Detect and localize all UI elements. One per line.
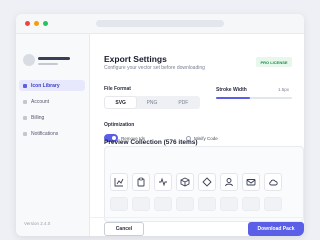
title-bar: [16, 14, 304, 34]
sidebar-item-account[interactable]: Account: [19, 96, 85, 107]
placeholder-tile: [264, 197, 282, 211]
placeholder-tile: [176, 197, 194, 211]
main-panel: Export Settings Configure your vector se…: [90, 34, 304, 236]
placeholder-tile: [198, 197, 216, 211]
sidebar-item-label: Billing: [31, 114, 45, 121]
chart-icon: [114, 178, 124, 187]
minimize-window-dot[interactable]: [34, 21, 39, 26]
clipboard-icon: [137, 177, 145, 187]
slider-fill: [216, 97, 251, 99]
stroke-width-label: Stroke Width: [216, 87, 247, 93]
version-label: Version 2.4.0: [24, 221, 51, 226]
preview-panel: [104, 146, 304, 222]
avatar[interactable]: [23, 54, 35, 66]
maximize-window-dot[interactable]: [43, 21, 48, 26]
cube-icon: [180, 177, 190, 187]
icon-tile[interactable]: [242, 173, 260, 191]
format-option-svg[interactable]: SVG: [105, 97, 137, 108]
sidebar: Icon Library Account Billing Notificatio…: [16, 34, 90, 236]
page-title: Export Settings: [104, 54, 167, 64]
app-window: Icon Library Account Billing Notificatio…: [16, 14, 304, 236]
address-bar[interactable]: [96, 20, 224, 27]
placeholder-tile: [132, 197, 150, 211]
placeholder-tile: [110, 197, 128, 211]
account-icon: [23, 99, 27, 104]
preview-title: Preview Collection (576 items): [104, 139, 198, 146]
icon-tile[interactable]: [176, 173, 194, 191]
library-icon: [23, 83, 27, 88]
minify-code-label: Minify Code: [194, 136, 218, 141]
download-pack-button[interactable]: Download Pack: [248, 222, 304, 236]
cloud-icon: [269, 179, 278, 186]
footer-divider: [90, 217, 304, 218]
billing-icon: [23, 115, 27, 120]
file-format-label: File Format: [104, 86, 131, 92]
cancel-button[interactable]: Cancel: [104, 222, 144, 236]
icon-tile[interactable]: [110, 173, 128, 191]
format-option-pdf[interactable]: PDF: [168, 97, 199, 108]
sidebar-item-label: Account: [31, 98, 50, 105]
optimization-label: Optimization: [104, 122, 135, 128]
mail-icon: [246, 179, 256, 186]
icon-tile[interactable]: [220, 173, 238, 191]
page-subtitle: Configure your vector set before downloa…: [104, 65, 205, 71]
file-format-segmented-control: SVG PNG PDF: [104, 96, 200, 109]
notifications-icon: [23, 131, 27, 136]
license-badge: PRO LICENSE: [256, 57, 292, 67]
sidebar-item-label: Notifications: [31, 130, 59, 137]
close-window-dot[interactable]: [25, 21, 30, 26]
icon-tile[interactable]: [198, 173, 216, 191]
placeholder-tile: [220, 197, 238, 211]
sidebar-item-label: Icon Library: [31, 82, 60, 89]
sidebar-item-notifications[interactable]: Notifications: [19, 128, 85, 139]
stroke-width-value: 1.5px: [278, 87, 290, 92]
user-icon: [225, 178, 233, 187]
icon-tile[interactable]: [264, 173, 282, 191]
user-role-placeholder: [38, 63, 58, 65]
sidebar-item-billing[interactable]: Billing: [19, 112, 85, 123]
icon-tile[interactable]: [132, 173, 150, 191]
icon-tile[interactable]: [154, 173, 172, 191]
sidebar-item-icon-library[interactable]: Icon Library: [19, 80, 85, 91]
user-name-placeholder: [38, 57, 70, 60]
placeholder-tile: [154, 197, 172, 211]
placeholder-tile: [242, 197, 260, 211]
diamond-icon: [202, 177, 212, 187]
activity-icon: [159, 177, 167, 187]
stroke-width-slider[interactable]: [216, 97, 292, 99]
format-option-png[interactable]: PNG: [136, 97, 167, 108]
